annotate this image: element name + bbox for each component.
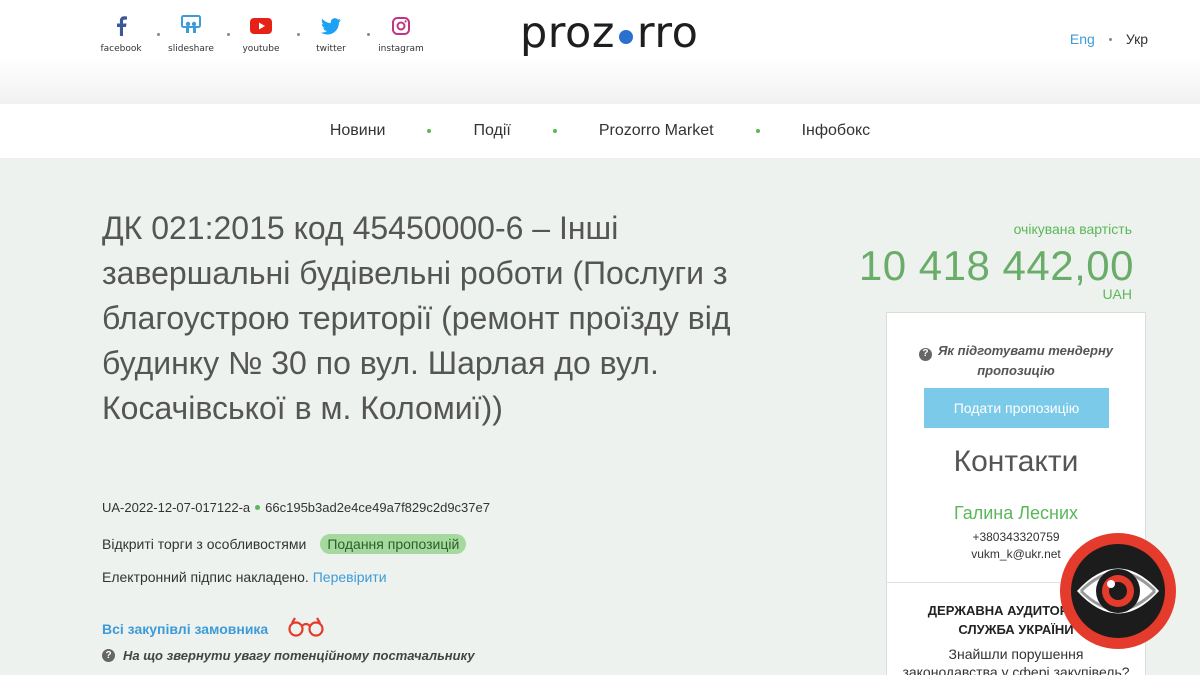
youtube-icon (250, 14, 272, 38)
main-nav: Новини Події Prozorro Market Інфобокс (0, 104, 1200, 158)
attention-row[interactable]: ? На що звернути увагу потенційному пост… (102, 648, 475, 663)
instagram-icon (392, 14, 410, 38)
howto-text: Як підготувати тендерну пропозицію (937, 343, 1114, 378)
nav-item-events[interactable]: Події (473, 122, 510, 140)
facebook-icon (114, 14, 128, 38)
expected-value-currency: UAH (1102, 286, 1132, 302)
prozorro-logo[interactable]: proz rro (520, 8, 698, 58)
nav-item-news[interactable]: Новини (330, 122, 386, 140)
question-icon: ? (918, 347, 932, 361)
contact-name: Галина Лесних (953, 503, 1079, 523)
binoculars-icon[interactable] (286, 616, 326, 641)
submit-proposal-button[interactable]: Подати пропозицію (924, 388, 1109, 428)
signature-row: Електронний підпис накладено. Перевірити (102, 569, 387, 585)
attention-text: На що звернути увагу потенційному постач… (123, 648, 475, 663)
procedure-type: Відкриті торги з особливостями (102, 536, 307, 552)
tender-hash: 66c195b3ad2e4ce49a7f829c2d9c37e7 (265, 500, 490, 515)
lang-en-link[interactable]: Eng (1070, 31, 1095, 47)
social-instagram[interactable]: instagram (376, 14, 426, 54)
social-label: facebook (100, 44, 142, 54)
lang-uk-link[interactable]: Укр (1126, 31, 1148, 47)
social-twitter[interactable]: twitter (306, 14, 370, 54)
nav-item-infobox[interactable]: Інфобокс (802, 122, 871, 140)
language-switch: Eng Укр (1070, 31, 1148, 47)
social-links: facebook slideshare youtube twitter inst… (96, 14, 426, 54)
tender-id: UA-2022-12-07-017122-a (102, 500, 251, 515)
status-badge: Подання пропозицій (320, 534, 467, 554)
social-label: youtube (242, 44, 280, 54)
social-label: twitter (316, 44, 346, 54)
all-purchases-link[interactable]: Всі закупівлі замовника (102, 621, 268, 637)
logo-text-right: rro (636, 8, 699, 58)
social-facebook[interactable]: facebook (96, 14, 160, 54)
social-label: instagram (378, 44, 424, 54)
logo-dot (618, 30, 633, 44)
howto-link[interactable]: ? Як підготувати тендерну пропозицію (887, 341, 1145, 381)
twitter-icon (321, 14, 341, 38)
tender-ids: UA-2022-12-07-017122-a 66c195b3ad2e4ce49… (102, 500, 490, 515)
signature-text: Електронний підпис накладено. (102, 569, 309, 585)
slideshare-icon (181, 14, 201, 38)
social-label: slideshare (168, 44, 214, 54)
verify-signature-link[interactable]: Перевірити (313, 569, 387, 585)
nav-item-market[interactable]: Prozorro Market (599, 122, 714, 140)
procedure-row: Відкриті торги з особливостями Подання п… (102, 534, 467, 554)
social-slideshare[interactable]: slideshare (166, 14, 230, 54)
social-youtube[interactable]: youtube (236, 14, 300, 54)
all-purchases-row: Всі закупівлі замовника (102, 616, 326, 641)
contacts-title: Контакти (953, 445, 1079, 478)
logo-text-left: proz (520, 8, 615, 58)
tender-title: ДК 021:2015 код 45450000-6 – Інші заверш… (102, 210, 731, 426)
eye-watch-icon[interactable] (1059, 532, 1177, 650)
expected-value-label: очікувана вартість (1013, 221, 1132, 237)
top-header: facebook slideshare youtube twitter inst… (0, 0, 1200, 104)
question-icon: ? (102, 649, 115, 662)
expected-value: 10 418 442,00 (858, 242, 1134, 289)
